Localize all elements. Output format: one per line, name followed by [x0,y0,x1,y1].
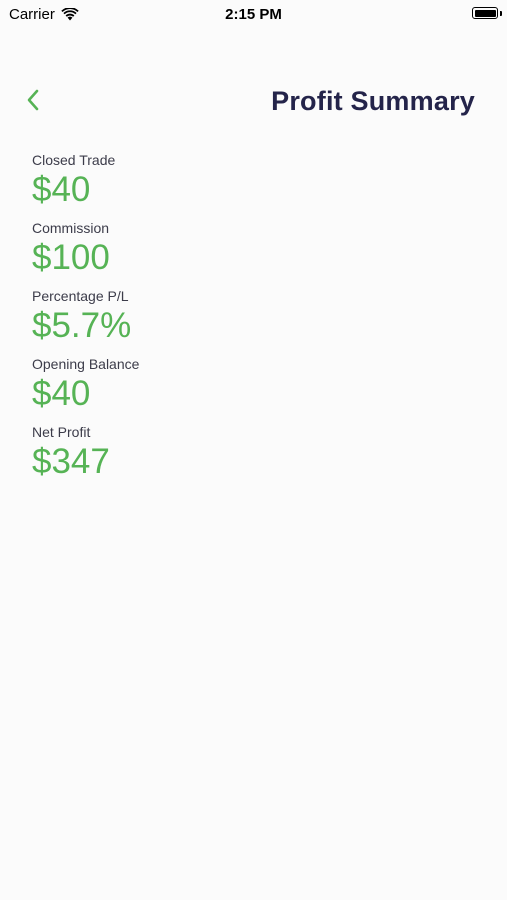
metric-label: Net Profit [32,424,91,440]
metric-value: $100 [32,238,110,277]
metric-label: Closed Trade [32,152,116,168]
profit-metrics-list: Closed Trade $40 Commission $100 Percent… [32,152,139,492]
metric-value: $40 [32,374,91,413]
metric-commission: Commission $100 [32,220,139,288]
status-time: 2:15 PM [225,6,282,23]
chevron-left-icon [27,89,39,111]
metric-label: Percentage P/L [32,288,129,304]
back-button[interactable] [22,84,46,114]
status-bar: Carrier 2:15 PM [0,0,507,28]
metric-net-profit: Net Profit $347 [32,424,139,492]
metric-percentage-pl: Percentage P/L $5.7% [32,288,139,356]
metric-value: $5.7% [32,306,132,345]
navigation-bar: Profit Summary [0,80,507,130]
metric-label: Opening Balance [32,356,140,372]
battery-icon [472,7,498,19]
metric-value: $40 [32,170,91,209]
metric-opening-balance: Opening Balance $40 [32,356,139,424]
metric-value: $347 [32,442,110,481]
page-title: Profit Summary [271,86,475,116]
metric-closed-trade: Closed Trade $40 [32,152,139,220]
metric-label: Commission [32,220,110,236]
